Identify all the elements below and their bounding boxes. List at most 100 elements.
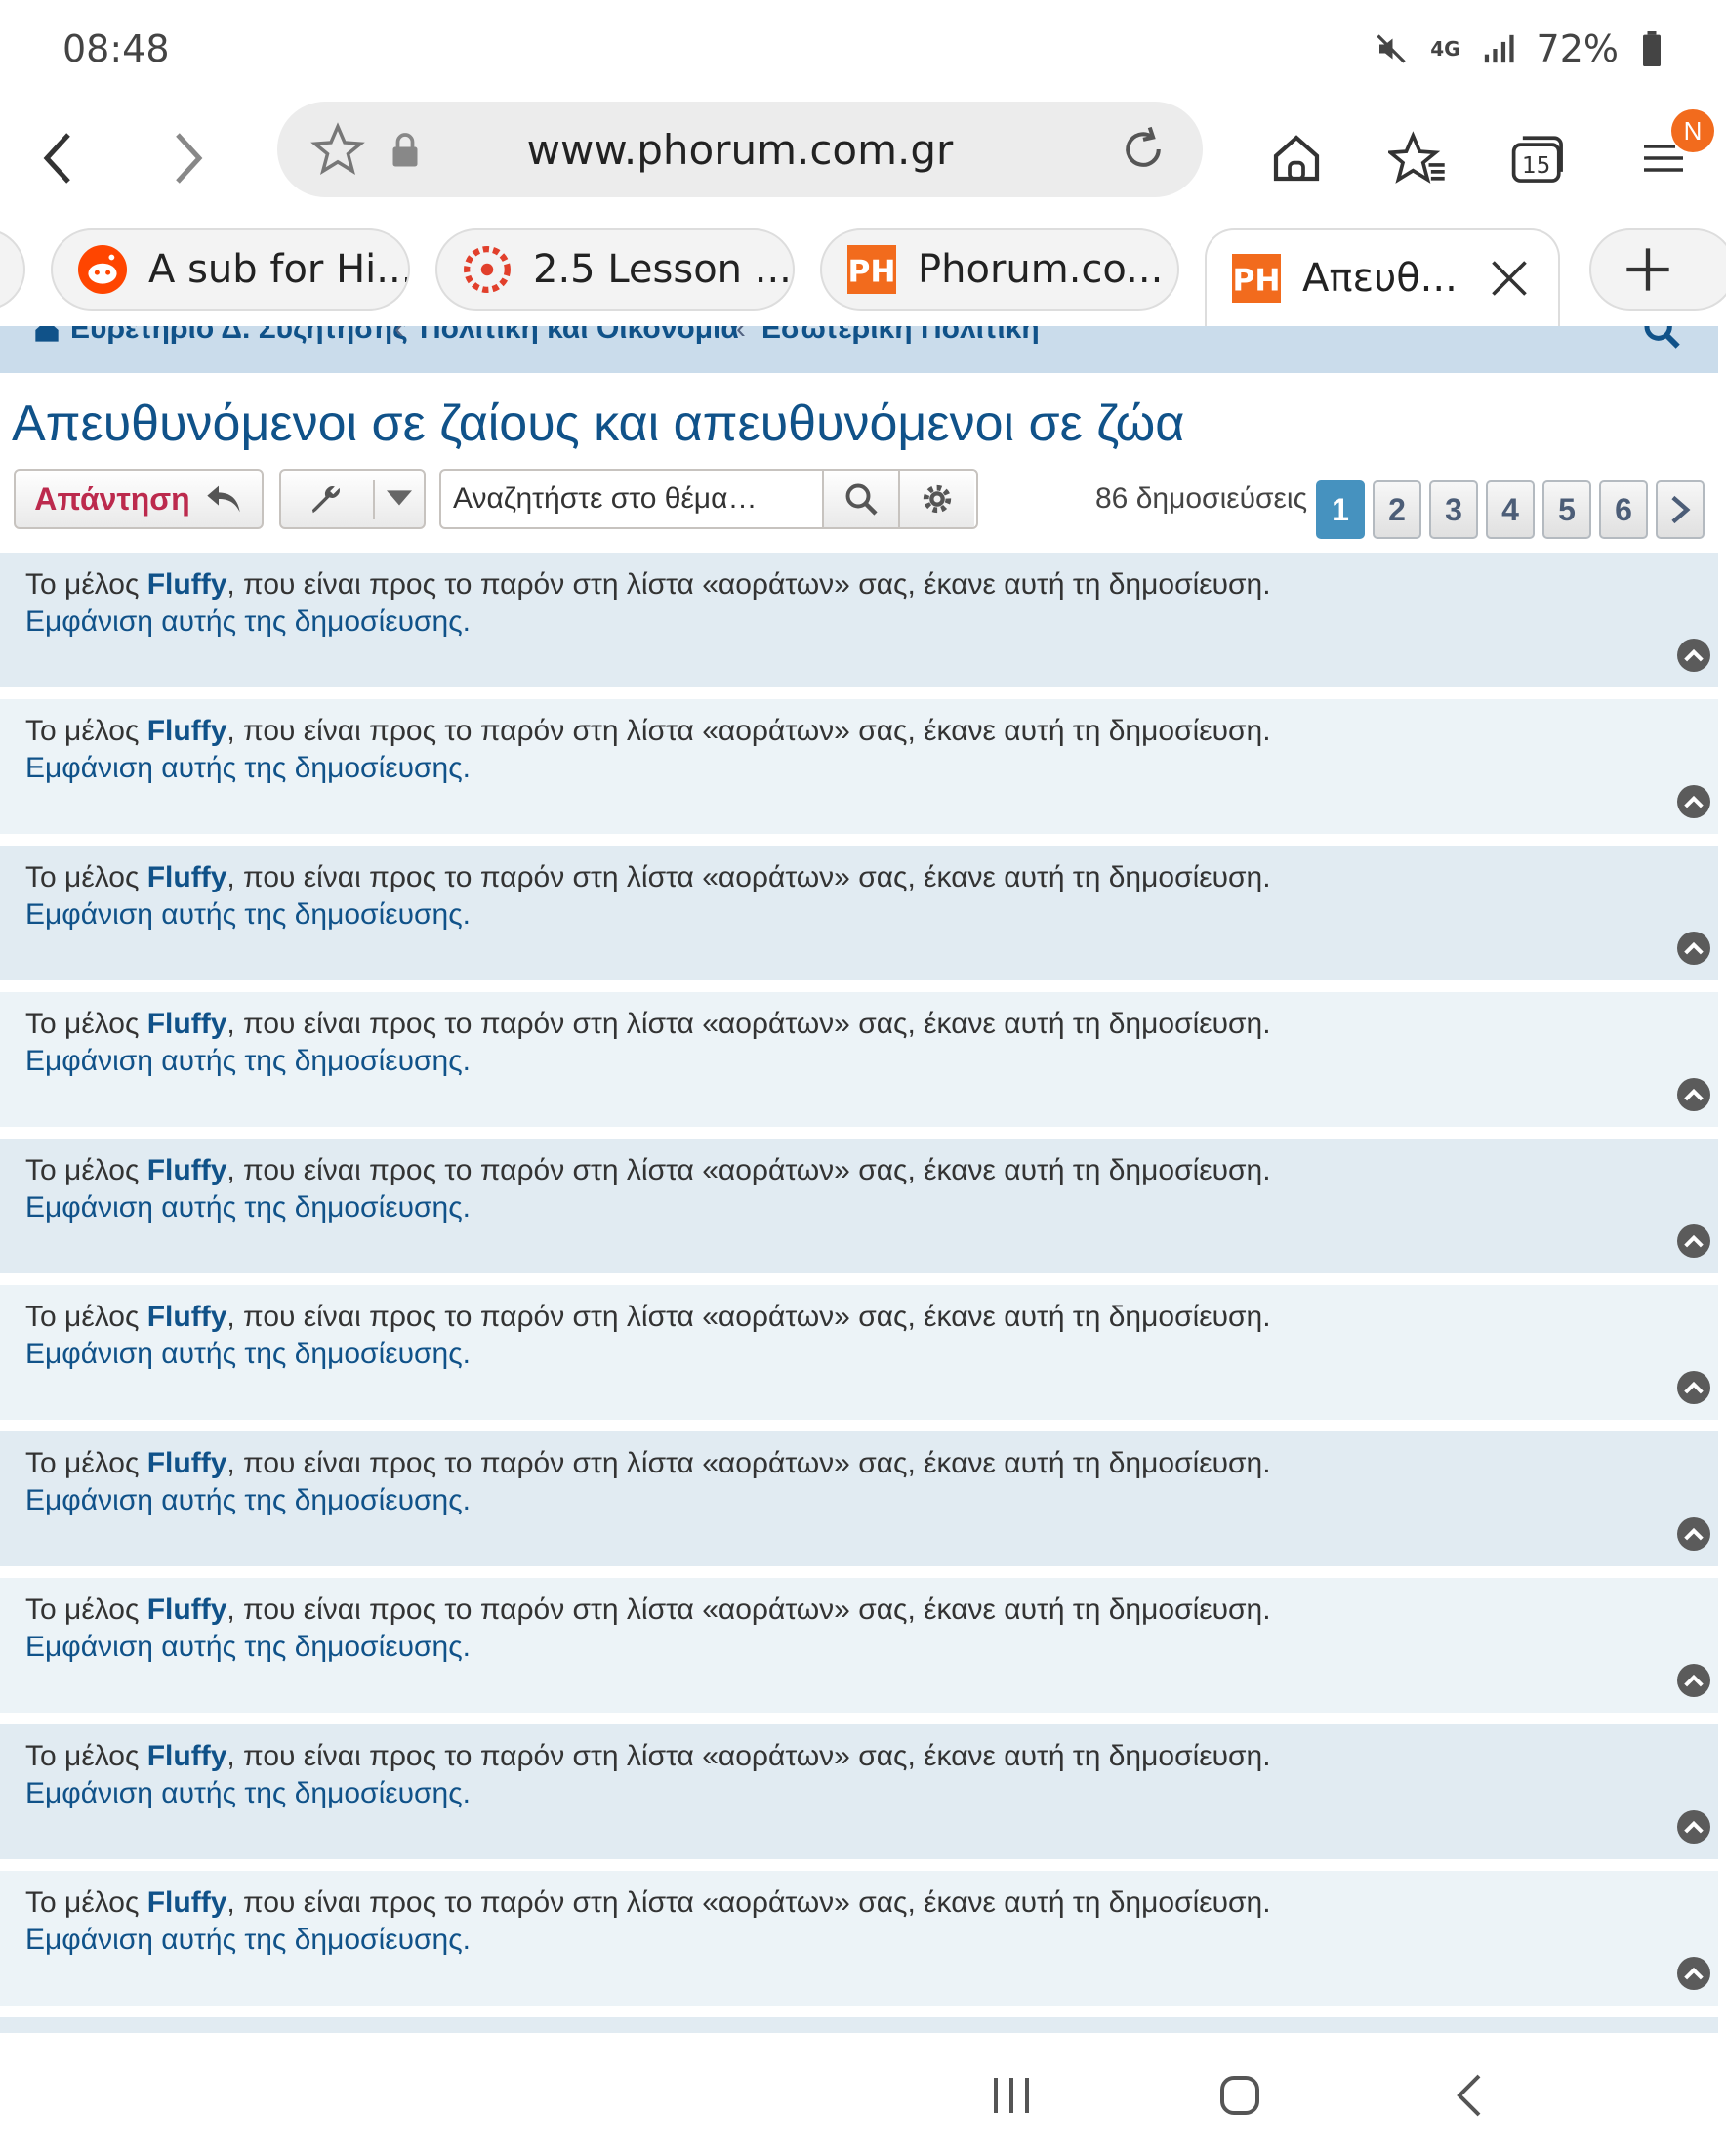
show-post-link[interactable]: Εμφάνιση αυτής της δημοσίευσης.: [25, 1338, 471, 1370]
close-tab-icon[interactable]: [1488, 257, 1531, 300]
home-button[interactable]: [1257, 119, 1336, 197]
back-nav-icon[interactable]: [1455, 2072, 1484, 2119]
back-to-top-button[interactable]: [1677, 1224, 1710, 1258]
chevron-up-icon: [1684, 1234, 1704, 1248]
page-button-2[interactable]: 2: [1373, 480, 1421, 539]
notice-text: Το μέλος: [25, 1154, 147, 1186]
search-icon[interactable]: [1642, 326, 1681, 350]
username-link[interactable]: Fluffy: [147, 1008, 227, 1040]
username-link[interactable]: Fluffy: [147, 568, 227, 601]
page-button-3[interactable]: 3: [1429, 480, 1478, 539]
network-type: 4G: [1430, 37, 1460, 61]
reply-arrow-icon: [207, 485, 240, 513]
breadcrumb-item[interactable]: Εσωτερική Πολιτική: [761, 326, 1040, 346]
status-bar: 08:48 4G 72%: [0, 0, 1726, 98]
notice-text: Το μέλος: [25, 1447, 147, 1479]
show-post-link[interactable]: Εμφάνιση αυτής της δημοσίευσης.: [25, 605, 471, 638]
username-link[interactable]: Fluffy: [147, 1301, 227, 1333]
back-to-top-button[interactable]: [1677, 639, 1710, 672]
forward-button[interactable]: [148, 119, 226, 197]
search-button[interactable]: [822, 471, 898, 527]
show-post-link[interactable]: Εμφάνιση αυτής της δημοσίευσης.: [25, 1777, 471, 1809]
page-button-5[interactable]: 5: [1542, 480, 1591, 539]
ignored-post-notice: Το μέλος Fluffy, που είναι προς το παρόν…: [25, 1152, 1693, 1189]
breadcrumb-item[interactable]: Ευρετήριο Δ. Συζητήσης: [70, 326, 408, 346]
chevron-up-icon: [1684, 648, 1704, 662]
ignored-post: Το μέλος Fluffy, που είναι προς το παρόν…: [0, 1724, 1718, 1859]
mute-icon: [1377, 34, 1406, 63]
reddit-icon: [78, 245, 127, 294]
new-tab-button[interactable]: [1589, 228, 1726, 311]
url-bar[interactable]: www.phorum.com.gr: [277, 102, 1203, 197]
back-to-top-button[interactable]: [1677, 1957, 1710, 1990]
tab-offscreen[interactable]: [0, 228, 25, 311]
topic-tools-button[interactable]: [279, 469, 426, 529]
show-post-link[interactable]: Εμφάνιση αυτής της δημοσίευσης.: [25, 898, 471, 931]
url-text: www.phorum.com.gr: [526, 125, 954, 174]
tabs-icon: 15: [1511, 136, 1563, 183]
breadcrumb-separator: ‹: [736, 326, 746, 345]
bookmarks-button[interactable]: [1378, 119, 1457, 197]
tab-reddit[interactable]: A sub for Hi...: [51, 228, 410, 311]
back-button[interactable]: [20, 119, 98, 197]
status-time: 08:48: [62, 27, 170, 70]
breadcrumb-separator: ‹: [394, 326, 404, 345]
show-post-link[interactable]: Εμφάνιση αυτής της δημοσίευσης.: [25, 1191, 471, 1223]
tab-count: 15: [1522, 153, 1550, 179]
ignored-post: Το μέλος Fluffy, που είναι προς το παρόν…: [0, 1871, 1718, 2006]
show-post-link[interactable]: Εμφάνιση αυτής της δημοσίευσης.: [25, 752, 471, 784]
page-button-6[interactable]: 6: [1599, 480, 1648, 539]
back-to-top-button[interactable]: [1677, 1517, 1710, 1551]
home-nav-icon[interactable]: [1216, 2072, 1263, 2119]
reply-button[interactable]: Απάντηση: [14, 469, 264, 529]
show-post-link[interactable]: Εμφάνιση αυτής της δημοσίευσης.: [25, 1631, 471, 1663]
svg-text:PH: PH: [847, 255, 895, 290]
tab-strip: A sub for Hi... 2.5 Lesson ... PH Phorum…: [0, 215, 1726, 326]
username-link[interactable]: Fluffy: [147, 861, 227, 893]
chevron-up-icon: [1684, 1674, 1704, 1687]
back-to-top-button[interactable]: [1677, 932, 1710, 965]
reload-icon[interactable]: [1117, 123, 1170, 176]
back-to-top-button[interactable]: [1677, 1664, 1710, 1697]
back-to-top-button[interactable]: [1677, 1078, 1710, 1111]
chevron-left-icon: [43, 133, 70, 184]
topic-search-input[interactable]: [441, 471, 822, 527]
back-to-top-button[interactable]: [1677, 785, 1710, 818]
show-post-link[interactable]: Εμφάνιση αυτής της δημοσίευσης.: [25, 1924, 471, 1956]
back-to-top-button[interactable]: [1677, 1810, 1710, 1844]
notice-text: , που είναι προς το παρόν στη λίστα «αορ…: [226, 715, 1271, 747]
gear-icon: [923, 484, 952, 514]
page-title[interactable]: Απευθυνόμενοι σε ζαίους και απευθυνόμενο…: [12, 394, 1184, 453]
show-post-link[interactable]: Εμφάνιση αυτής της δημοσίευσης.: [25, 1045, 471, 1077]
back-to-top-button[interactable]: [1677, 1371, 1710, 1404]
divider: [373, 480, 375, 519]
wrench-icon: [311, 486, 340, 514]
username-link[interactable]: Fluffy: [147, 715, 227, 747]
breadcrumb-item[interactable]: Πολιτική και Οικονομία: [420, 326, 739, 346]
browser-address-bar: www.phorum.com.gr 15 N: [0, 98, 1726, 215]
username-link[interactable]: Fluffy: [147, 1886, 227, 1919]
show-post-link[interactable]: Εμφάνιση αυτής της δημοσίευσης.: [25, 1484, 471, 1516]
ignored-post: Το μέλος Fluffy, που είναι προς το παρόν…: [0, 846, 1718, 980]
tab-current[interactable]: PH Απευθ...: [1205, 228, 1560, 326]
ignored-post-notice: Το μέλος Fluffy, που είναι προς το παρόν…: [25, 1885, 1693, 1922]
home-crumb-icon[interactable]: [33, 326, 61, 344]
chevron-up-icon: [1684, 1820, 1704, 1834]
tab-phorum[interactable]: PH Phorum.co...: [820, 228, 1179, 311]
username-link[interactable]: Fluffy: [147, 1594, 227, 1626]
username-link[interactable]: Fluffy: [147, 1447, 227, 1479]
advanced-search-button[interactable]: [898, 471, 974, 527]
page-button-4[interactable]: 4: [1486, 480, 1535, 539]
chevron-up-icon: [1684, 941, 1704, 955]
menu-button[interactable]: N: [1624, 109, 1714, 197]
tab-switcher-button[interactable]: 15: [1500, 119, 1578, 197]
username-link[interactable]: Fluffy: [147, 1740, 227, 1772]
post-count: 86 δημοσιεύσεις: [1095, 482, 1308, 515]
page-button-1[interactable]: 1: [1316, 480, 1365, 539]
ignored-post-notice: Το μέλος Fluffy, που είναι προς το παρόν…: [25, 1592, 1693, 1629]
notice-text: Το μέλος: [25, 1301, 147, 1333]
next-page-button[interactable]: [1656, 480, 1705, 539]
recent-apps-icon[interactable]: [990, 2074, 1033, 2117]
username-link[interactable]: Fluffy: [147, 1154, 227, 1186]
tab-canvas[interactable]: 2.5 Lesson ...: [435, 228, 795, 311]
